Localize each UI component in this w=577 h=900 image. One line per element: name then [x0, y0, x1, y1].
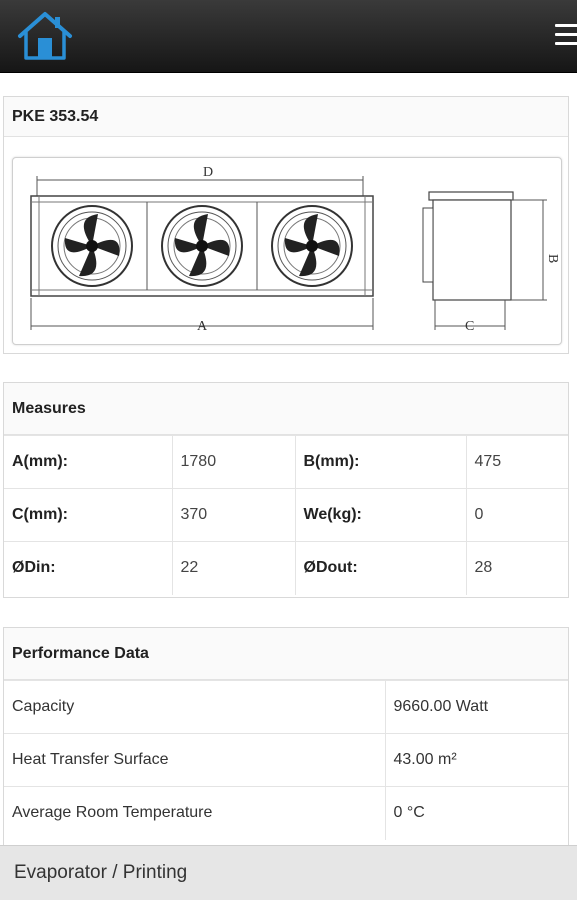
measure-label: A(mm):	[4, 435, 172, 489]
measure-value: 475	[465, 435, 568, 489]
dimension-b-label: B	[545, 254, 560, 263]
hamburger-menu-icon	[555, 33, 577, 36]
dimension-a-label: A	[197, 319, 208, 334]
footer-label: Evaporator / Printing	[14, 862, 188, 883]
performance-label: Capacity	[4, 680, 385, 734]
performance-value: 0 °C	[384, 786, 568, 840]
measure-label: ØDin:	[4, 541, 172, 595]
measure-value: 22	[171, 541, 295, 595]
performance-title: Performance Data	[4, 628, 568, 680]
table-row: ØDin: 22 ØDout: 28	[4, 541, 568, 595]
measure-value: 0	[465, 488, 568, 542]
performance-value: 43.00 m²	[384, 733, 568, 787]
product-panel: PKE 353.54 D A B C	[3, 96, 569, 354]
home-icon	[18, 12, 72, 60]
table-row: Heat Transfer Surface 43.00 m²	[4, 733, 568, 787]
performance-table: Capacity 9660.00 Watt Heat Transfer Surf…	[4, 680, 568, 840]
evaporator-drawing: D A B C	[30, 165, 560, 334]
performance-label: Average Room Temperature	[4, 786, 385, 840]
table-row: Average Room Temperature 0 °C	[4, 786, 568, 840]
measures-title: Measures	[4, 383, 568, 435]
fan-icon	[51, 205, 133, 287]
measure-value: 28	[465, 541, 568, 595]
measure-label: We(kg):	[294, 488, 466, 542]
fan-icon	[161, 205, 243, 287]
dimension-c-label: C	[465, 319, 474, 334]
hamburger-menu-button[interactable]	[545, 16, 577, 56]
measures-table: A(mm): 1780 B(mm): 475 C(mm): 370 We(kg)…	[4, 435, 568, 595]
product-title: PKE 353.54	[4, 97, 568, 137]
technical-drawing: D A B C	[12, 157, 562, 345]
measure-label: ØDout:	[294, 541, 466, 595]
fan-icon	[271, 205, 353, 287]
dimension-d-label: D	[203, 165, 213, 180]
hamburger-menu-icon	[555, 42, 577, 45]
table-row: C(mm): 370 We(kg): 0	[4, 488, 568, 542]
performance-label: Heat Transfer Surface	[4, 733, 385, 787]
table-row: Capacity 9660.00 Watt	[4, 680, 568, 734]
hamburger-menu-icon	[555, 24, 577, 27]
top-bar	[0, 0, 577, 73]
footer-bar[interactable]: Evaporator / Printing	[0, 845, 577, 900]
performance-panel: Performance Data Capacity 9660.00 Watt H…	[3, 627, 569, 867]
table-row: A(mm): 1780 B(mm): 475	[4, 435, 568, 489]
measure-value: 370	[171, 488, 295, 542]
measure-value: 1780	[171, 435, 295, 489]
measure-label: B(mm):	[294, 435, 466, 489]
performance-value: 9660.00 Watt	[384, 680, 568, 734]
measures-panel: Measures A(mm): 1780 B(mm): 475 C(mm): 3…	[3, 382, 569, 598]
home-button[interactable]	[14, 8, 76, 62]
measure-label: C(mm):	[4, 488, 172, 542]
